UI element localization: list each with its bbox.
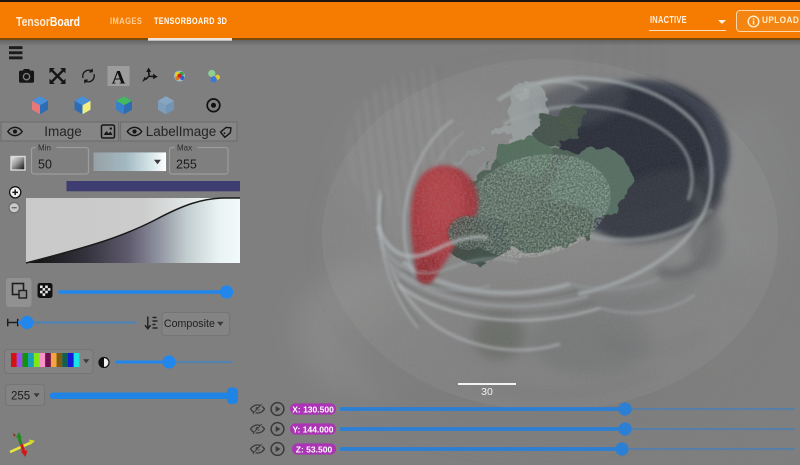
svg-text:255: 255 (176, 158, 197, 172)
svg-text:50: 50 (38, 158, 52, 172)
svg-text:Y: 144.000: Y: 144.000 (293, 424, 334, 434)
svg-text:Z: 53.500: Z: 53.500 (296, 444, 333, 454)
svg-text:Composite: Composite (164, 318, 215, 330)
svg-text:LabelImage: LabelImage (146, 124, 217, 139)
svg-text:X: 130.500: X: 130.500 (292, 404, 334, 414)
svg-text:A: A (112, 68, 126, 89)
svg-text:Min: Min (38, 144, 51, 153)
svg-text:255: 255 (11, 391, 30, 403)
svg-text:Max: Max (177, 144, 192, 153)
svg-text:Image: Image (44, 124, 82, 139)
